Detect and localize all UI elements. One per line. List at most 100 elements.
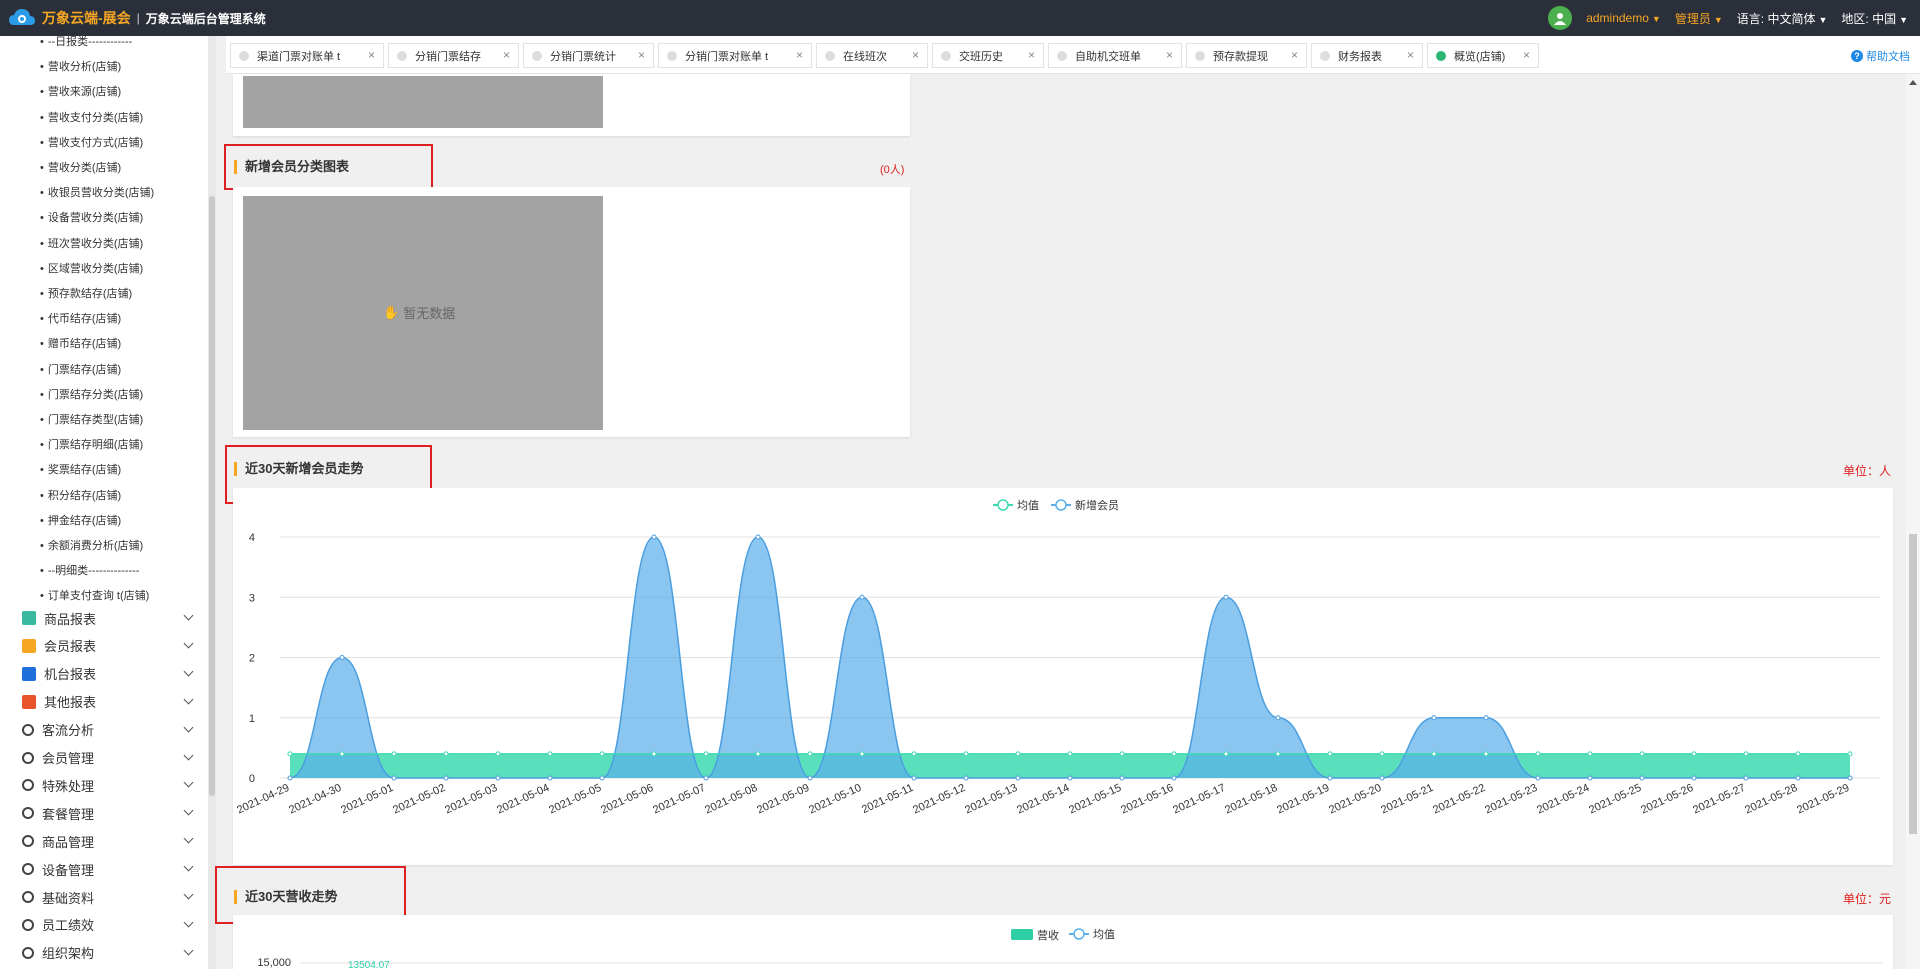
average-point — [1795, 751, 1801, 757]
sidebar-sub-item[interactable]: 营收分析(店铺) — [40, 58, 121, 74]
region-menu[interactable]: 地区: 中国 ▼ — [1841, 10, 1908, 27]
sidebar-scrollbar-thumb[interactable] — [209, 196, 215, 796]
sidebar-section-user[interactable]: 会员管理 — [22, 747, 194, 769]
tab-status-dot — [1320, 50, 1330, 61]
sidebar-section-org[interactable]: 组织架构 — [22, 942, 194, 964]
average-point — [963, 751, 969, 757]
sidebar-sub-item[interactable]: 门票结存分类(店铺) — [40, 386, 143, 402]
logo[interactable]: 万象云端-展会 | 万象云端后台管理系统 — [8, 7, 266, 29]
main-scrollbar[interactable] — [1906, 74, 1920, 969]
scroll-up-arrow-icon[interactable] — [1909, 80, 1917, 85]
tab-1[interactable]: 分销门票结存 × — [388, 43, 519, 68]
close-icon[interactable]: × — [368, 48, 375, 62]
sidebar-sub-item[interactable]: 门票结存类型(店铺) — [40, 411, 143, 427]
sidebar-section-package[interactable]: 套餐管理 — [22, 802, 194, 824]
tab-3[interactable]: 分销门票对账单 t × — [658, 43, 812, 68]
sidebar-sub-item[interactable]: 收银员营收分类(店铺) — [40, 184, 154, 200]
sidebar-section-document[interactable]: 基础资料 — [22, 886, 194, 908]
sidebar-sub-item[interactable]: 代币结存(店铺) — [40, 310, 121, 326]
layers-icon — [22, 694, 36, 709]
new-member-point — [1223, 594, 1229, 600]
member-trend-chart: 01234均值 新增会员2021-04-292021-04-302021-05-0… — [235, 498, 1880, 817]
main-scrollbar-thumb[interactable] — [1909, 534, 1917, 834]
tab-0[interactable]: 渠道门票对账单 t × — [230, 43, 384, 68]
sidebar-section-machine-report[interactable]: 机台报表 — [22, 663, 194, 685]
sidebar-section-product-report[interactable]: 商品报表 — [22, 607, 194, 629]
sidebar-section-member-report[interactable]: 会员报表 — [22, 635, 194, 657]
x-tick-label: 2021-05-24 — [1535, 782, 1591, 817]
tab-4[interactable]: 在线班次 × — [816, 43, 928, 68]
sidebar-sub-item[interactable]: 押金结存(店铺) — [40, 512, 121, 528]
sidebar-sub-item[interactable]: 预存款结存(店铺) — [40, 285, 132, 301]
sidebar-sub-item[interactable]: --明细类-------------- — [40, 562, 140, 578]
tab-2[interactable]: 分销门票统计 × — [523, 43, 654, 68]
help-icon: ? — [1851, 50, 1863, 62]
close-icon[interactable]: × — [1523, 48, 1530, 62]
tab-status-dot — [941, 50, 951, 61]
close-icon[interactable]: × — [503, 48, 510, 62]
sidebar-sub-item[interactable]: 赠币结存(店铺) — [40, 335, 121, 351]
tab-9[interactable]: 概览(店铺) × — [1427, 43, 1539, 68]
sidebar-sub-item[interactable]: 营收支付方式(店铺) — [40, 134, 143, 150]
sidebar-sub-item[interactable]: 设备营收分类(店铺) — [40, 209, 143, 225]
sidebar-scrollbar[interactable] — [208, 36, 216, 969]
gear-icon — [22, 918, 34, 931]
sidebar-section-exchange[interactable]: 商品管理 — [22, 830, 194, 852]
tab-status-dot — [239, 50, 249, 61]
average-point — [651, 751, 657, 757]
no-data-message: ✋ 暂无数据 — [383, 303, 455, 322]
sidebar-sub-item[interactable]: 区域营收分类(店铺) — [40, 260, 143, 276]
x-tick-label: 2021-05-21 — [1379, 782, 1435, 817]
close-icon[interactable]: × — [1291, 48, 1298, 62]
member-report-icon — [22, 638, 36, 653]
sidebar-section-target[interactable]: 客流分析 — [22, 719, 194, 741]
sidebar-sub-item[interactable]: 奖票结存(店铺) — [40, 461, 121, 477]
sidebar-sub-item[interactable]: 班次营收分类(店铺) — [40, 235, 143, 251]
sidebar-section-layers[interactable]: 其他报表 — [22, 691, 194, 713]
close-icon[interactable]: × — [1407, 48, 1414, 62]
sidebar-sub-item[interactable]: 营收支付分类(店铺) — [40, 109, 143, 125]
x-tick-label: 2021-05-22 — [1431, 782, 1487, 817]
close-icon[interactable]: × — [796, 48, 803, 62]
new-member-point — [287, 775, 293, 781]
user-menu[interactable]: admindemo ▼ — [1586, 11, 1661, 25]
sidebar-sub-item[interactable]: 门票结存(店铺) — [40, 361, 121, 377]
sidebar-sub-item[interactable]: 营收分类(店铺) — [40, 159, 121, 175]
sidebar-sub-item[interactable]: 余额消费分析(店铺) — [40, 537, 143, 553]
chevron-down-icon — [183, 694, 194, 705]
close-icon[interactable]: × — [638, 48, 645, 62]
sidebar-sub-item[interactable]: 订单支付查询 t(店铺) — [40, 587, 149, 603]
tab-8[interactable]: 财务报表 × — [1311, 43, 1423, 68]
close-icon[interactable]: × — [1166, 48, 1173, 62]
new-member-point — [1119, 775, 1125, 781]
chevron-down-icon: ▼ — [1713, 14, 1723, 25]
warning-icon — [22, 779, 34, 792]
sidebar-section-warning[interactable]: 特殊处理 — [22, 774, 194, 796]
member-trend-panel: 0 1 2 3 4 均值 新增会员 2021-04-29 2021-04-30 2021-05-0… — [233, 488, 1893, 865]
help-doc-link[interactable]: ? 帮助文档 — [1851, 48, 1910, 64]
average-point — [547, 751, 553, 757]
average-point — [339, 751, 345, 757]
role-menu[interactable]: 管理员 ▼ — [1675, 10, 1723, 27]
no-data-text: 暂无数据 — [403, 306, 456, 321]
close-icon[interactable]: × — [912, 48, 919, 62]
sidebar-sub-item[interactable]: --日报类------------ — [40, 36, 132, 49]
language-menu[interactable]: 语言: 中文简体 ▼ — [1737, 10, 1828, 27]
legend-label: 均值 — [1017, 499, 1039, 512]
sidebar-sub-item[interactable]: 积分结存(店铺) — [40, 487, 121, 503]
section-title-member-trend: 近30天新增会员走势 — [234, 462, 363, 476]
sidebar-section-label: 设备管理 — [42, 862, 95, 878]
average-point — [443, 751, 449, 757]
sidebar-section-device[interactable]: 设备管理 — [22, 858, 194, 880]
close-icon[interactable]: × — [1028, 48, 1035, 62]
tab-7[interactable]: 预存款提现 × — [1186, 43, 1307, 68]
sidebar-sub-item[interactable]: 营收来源(店铺) — [40, 83, 121, 99]
sidebar-sub-item[interactable]: 门票结存明细(店铺) — [40, 436, 143, 452]
tab-6[interactable]: 自助机交班单 × — [1048, 43, 1182, 68]
tab-5[interactable]: 交班历史 × — [932, 43, 1044, 68]
legend-label: 营收 — [1037, 928, 1059, 942]
avatar[interactable] — [1548, 6, 1573, 30]
new-member-point — [1795, 775, 1801, 781]
user-name: admindemo — [1586, 11, 1649, 25]
sidebar-section-gear[interactable]: 员工绩效 — [22, 914, 194, 936]
